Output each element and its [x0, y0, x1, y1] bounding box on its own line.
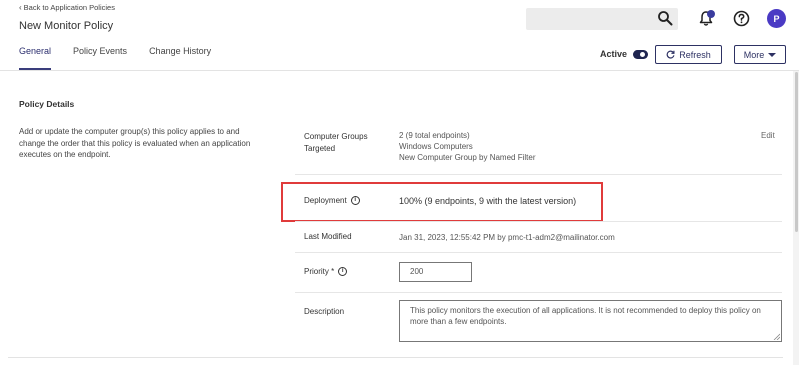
chevron-left-icon: ‹: [19, 3, 22, 12]
last-modified-value: Jan 31, 2023, 12:55:42 PM by pmc-t1-adm2…: [399, 233, 615, 242]
computer-groups-label: Computer Groups Targeted: [304, 132, 368, 153]
resize-grip-icon[interactable]: [773, 333, 780, 340]
search-icon[interactable]: [657, 10, 673, 26]
more-button[interactable]: More: [734, 45, 786, 64]
tab-policy-events[interactable]: Policy Events: [73, 46, 127, 56]
refresh-icon: [666, 50, 675, 59]
section-title: Policy Details: [19, 99, 75, 109]
row-divider: [295, 252, 782, 253]
caret-down-icon: [768, 52, 777, 57]
section-divider: [8, 357, 783, 358]
toggle-knob: [640, 52, 645, 57]
tab-change-history[interactable]: Change History: [149, 46, 211, 56]
description-label: Description: [304, 307, 345, 316]
priority-label: Priority *: [304, 267, 335, 276]
description-textarea[interactable]: This policy monitors the execution of al…: [399, 300, 782, 342]
deployment-highlight: [281, 182, 603, 222]
priority-input[interactable]: 200: [399, 262, 472, 282]
group-item: Windows Computers: [399, 142, 473, 151]
row-divider: [295, 221, 782, 222]
page-title: New Monitor Policy: [19, 20, 114, 32]
refresh-label: Refresh: [679, 49, 711, 60]
more-label: More: [743, 49, 765, 60]
row-divider: [295, 174, 782, 175]
info-icon[interactable]: i: [338, 267, 348, 277]
scrollbar-thumb[interactable]: [795, 72, 798, 232]
help-icon[interactable]: [733, 10, 750, 27]
edit-link[interactable]: Edit: [761, 131, 775, 140]
back-link[interactable]: ‹ Back to Application Policies: [19, 3, 115, 12]
refresh-button[interactable]: Refresh: [655, 45, 722, 64]
group-item: New Computer Group by Named Filter: [399, 153, 536, 162]
notification-dot: [707, 10, 715, 18]
back-link-label: Back to Application Policies: [23, 3, 115, 12]
tab-general[interactable]: General: [19, 46, 51, 56]
row-divider: [295, 292, 782, 293]
active-label: Active: [600, 49, 628, 59]
tab-bar: General Policy Events Change History: [19, 46, 211, 56]
last-modified-label: Last Modified: [304, 232, 352, 241]
header-divider: [0, 70, 799, 71]
search-input[interactable]: [526, 8, 678, 30]
priority-label-row: Priority * i: [304, 266, 348, 278]
avatar[interactable]: P: [767, 9, 786, 28]
computer-groups-summary: 2 (9 total endpoints): [399, 131, 470, 140]
section-description: Add or update the computer group(s) this…: [19, 127, 251, 159]
